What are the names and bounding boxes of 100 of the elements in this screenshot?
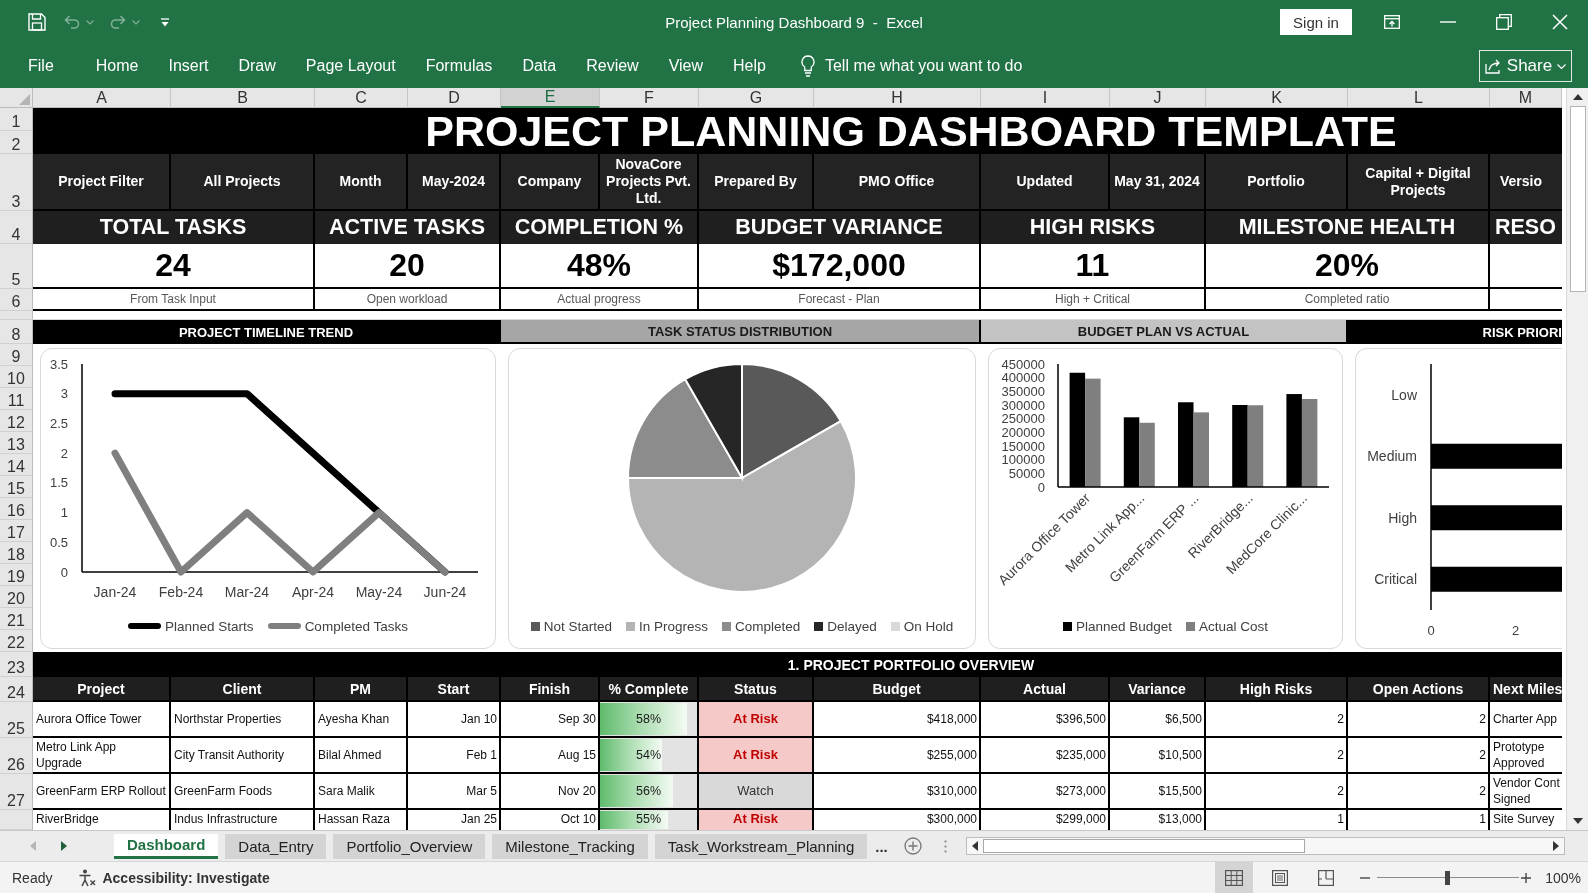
row-number[interactable]: 2 [0, 131, 33, 154]
column-header[interactable]: G [699, 88, 814, 108]
vertical-dots-icon[interactable] [943, 839, 947, 853]
chart-title: PROJECT TIMELINE TREND [33, 320, 501, 344]
sheet-tab[interactable]: Milestone_Tracking [492, 833, 648, 859]
axis-tick-label: 0 [60, 564, 68, 580]
scroll-thumb[interactable] [982, 839, 1305, 853]
ribbon-tab[interactable]: Draw [223, 57, 291, 75]
scroll-left-icon[interactable] [971, 841, 978, 851]
row-number[interactable]: 20 [0, 586, 33, 608]
horizontal-scrollbar[interactable] [965, 837, 1565, 855]
column-header[interactable]: E [501, 88, 600, 108]
row-number[interactable]: 21 [0, 608, 33, 630]
table-cell: Sep 30 [501, 702, 600, 738]
scroll-down-icon[interactable] [1572, 818, 1583, 824]
caret-line-icon[interactable] [160, 17, 170, 27]
info-cell: Month [315, 154, 408, 211]
table-header-cell: PM [315, 677, 408, 702]
column-header[interactable]: A [33, 88, 171, 108]
row-number[interactable]: 19 [0, 564, 33, 586]
ribbon-tab[interactable]: Home [80, 57, 154, 75]
status-cell: At Risk [699, 702, 814, 738]
zoom-level[interactable]: 100% [1545, 869, 1581, 886]
row-number[interactable]: 22 [0, 630, 33, 652]
zoom-out-icon[interactable] [1360, 876, 1371, 879]
sheet-tab[interactable]: Dashboard [114, 833, 219, 859]
accessibility-icon[interactable] [78, 868, 97, 887]
column-header[interactable]: B [171, 88, 315, 108]
row-number[interactable]: 5 [0, 244, 33, 289]
column-header[interactable]: K [1206, 88, 1348, 108]
accessibility-status[interactable]: Accessibility: Investigate [102, 869, 270, 886]
scroll-right-icon[interactable] [1553, 841, 1559, 851]
column-header[interactable]: D [408, 88, 501, 108]
column-header[interactable]: H [814, 88, 981, 108]
row-number[interactable]: 8 [0, 320, 33, 344]
close-icon[interactable] [1552, 14, 1568, 30]
table-cell: GreenFarm ERP Rollout [33, 774, 171, 810]
restore-icon[interactable] [1496, 14, 1512, 30]
row-number[interactable]: 9 [0, 344, 33, 366]
column-header[interactable]: L [1348, 88, 1490, 108]
row-number[interactable]: 23 [0, 652, 33, 677]
row-number[interactable]: 11 [0, 388, 33, 410]
share-button[interactable]: Share [1479, 50, 1572, 82]
row-number[interactable]: 15 [0, 476, 33, 498]
plus-circle-icon[interactable] [903, 837, 922, 855]
ribbon-tab[interactable]: Page Layout [290, 57, 411, 75]
row-number[interactable]: 14 [0, 454, 33, 476]
row-number[interactable]: 1 [0, 108, 33, 131]
row-number[interactable]: 16 [0, 498, 33, 520]
legend-label: Completed Tasks [304, 618, 408, 634]
row-number[interactable]: 25 [0, 702, 33, 738]
scroll-thumb[interactable] [1569, 106, 1586, 292]
info-cell: May 31, 2024 [1110, 154, 1206, 211]
sheet-tab[interactable]: Data_Entry [225, 833, 327, 859]
ribbon-tab[interactable]: Help [718, 57, 781, 75]
sheet-tab[interactable]: Portfolio_Overview [333, 833, 486, 859]
more-sheets-button[interactable]: ... [875, 837, 888, 855]
slider-thumb[interactable] [1444, 870, 1450, 885]
row-number[interactable]: 13 [0, 432, 33, 454]
save-icon[interactable] [28, 13, 46, 31]
column-header[interactable]: C [315, 88, 408, 108]
row-number[interactable]: 17 [0, 520, 33, 542]
column-header[interactable]: F [600, 88, 699, 108]
column-header[interactable]: I [981, 88, 1110, 108]
ribbon-tab[interactable]: Formulas [410, 57, 508, 75]
row-number[interactable]: 26 [0, 738, 33, 774]
ribbon-tab[interactable]: File [13, 57, 69, 75]
axis-tick-label: 1 [60, 505, 68, 521]
lightbulb-icon[interactable] [800, 55, 815, 77]
table-cell: Metro Link App Upgrade [33, 738, 171, 774]
row-number[interactable]: 10 [0, 366, 33, 388]
sheet-tab[interactable]: Task_Workstream_Planning [654, 833, 868, 859]
chart-title: RISK PRIORI [1348, 320, 1562, 344]
column-header[interactable]: J [1110, 88, 1206, 108]
kpi-title: ACTIVE TASKS [315, 211, 501, 244]
ribbon-tab[interactable]: Insert [153, 57, 224, 75]
ribbon-tab[interactable]: Review [571, 57, 654, 75]
scroll-up-icon[interactable] [1572, 94, 1583, 100]
table-cell: 2 [1206, 702, 1348, 738]
ribbon-tab[interactable]: View [653, 57, 719, 75]
column-header[interactable]: M [1490, 88, 1562, 108]
zoom-in-icon[interactable] [1521, 872, 1532, 883]
row-number[interactable]: 12 [0, 410, 33, 432]
sign-in-button[interactable]: Sign in [1280, 9, 1352, 35]
axis-tick-label: 0 [1037, 479, 1045, 495]
category-label: Mar-24 [224, 584, 270, 600]
view-button[interactable] [1215, 862, 1254, 893]
table-cell: Bilal Ahmed [315, 738, 408, 774]
next-sheet-icon[interactable] [61, 841, 67, 851]
table-cell: $418,000 [814, 702, 981, 738]
row-number[interactable]: 6 [0, 289, 33, 311]
row-number[interactable]: 4 [0, 211, 33, 244]
ribbon-tab[interactable]: Data [507, 57, 572, 75]
row-number[interactable]: 3 [0, 154, 33, 211]
tell-me-search[interactable]: Tell me what you want to do [824, 57, 1023, 75]
row-number[interactable]: 27 [0, 774, 33, 810]
row-number[interactable]: 24 [0, 677, 33, 702]
row-number[interactable]: 18 [0, 542, 33, 564]
info-cell: Prepared By [699, 154, 814, 211]
vertical-scrollbar[interactable] [1566, 88, 1588, 830]
